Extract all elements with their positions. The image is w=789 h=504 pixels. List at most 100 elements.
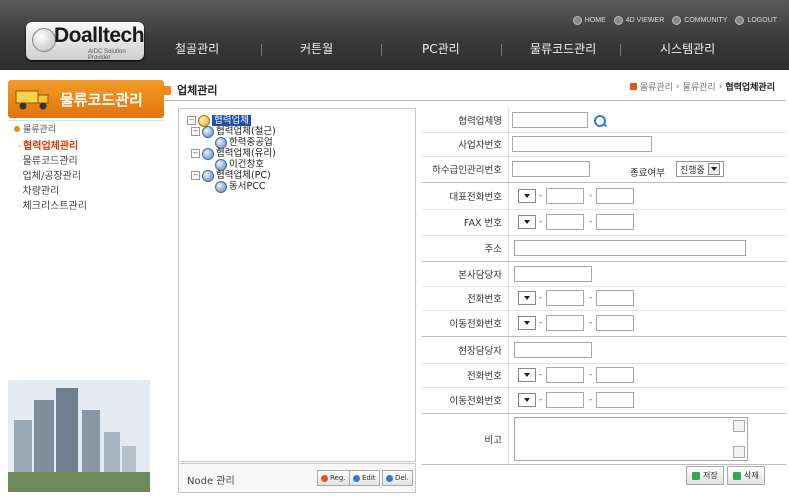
fax-mid-input[interactable] [546, 214, 584, 230]
sidebar-root[interactable]: 물류관리 [14, 122, 164, 135]
fax-end-input[interactable] [596, 214, 634, 230]
partner-tree: − 협력업체 − 협력업체(철근) 한력중공업 − 협력업체(유리) 이건창호 … [187, 114, 276, 193]
breadcrumb-item[interactable]: 물류관리 [640, 80, 673, 93]
company-name-input[interactable] [512, 112, 588, 128]
node-del-button[interactable]: Del. [382, 470, 413, 486]
hq-phone-prefix-select[interactable] [518, 291, 536, 305]
sub-no-input[interactable] [512, 161, 590, 177]
sidebar-item-partner[interactable]: · 협력업체관리 [18, 139, 164, 154]
divider [508, 156, 509, 182]
node-reg-button[interactable]: Reg. [317, 470, 350, 486]
address-input[interactable] [514, 240, 746, 256]
site-mobile-prefix-select[interactable] [518, 393, 536, 407]
node-edit-button[interactable]: Edit [349, 470, 380, 486]
menu-divider [261, 44, 262, 56]
fax-prefix-select[interactable] [518, 215, 536, 229]
site-mobile-mid-input[interactable] [546, 392, 584, 408]
tree-node-root[interactable]: − 협력업체 [187, 114, 276, 127]
menu-curtainwall[interactable]: 커튼월 [300, 40, 333, 57]
end-status-select[interactable]: 진행중 [676, 161, 724, 177]
menu-logistics-code[interactable]: 물류코드관리 [530, 40, 596, 57]
site-mobile-end-input[interactable] [596, 392, 634, 408]
delete-button[interactable]: 삭제 [727, 466, 765, 485]
row-fax: FAX 번호 - - [422, 209, 786, 236]
phone-mid-input[interactable] [546, 188, 584, 204]
site-phone-end-input[interactable] [596, 367, 634, 383]
hq-mobile-label: 이동전화번호 [449, 319, 502, 330]
row-hq-manager: 본사담당자 [422, 262, 786, 287]
address-label: 주소 [484, 244, 502, 255]
biz-no-input[interactable] [512, 136, 652, 152]
row-phone: 대표전화번호 - - [422, 183, 786, 210]
search-icon[interactable] [594, 115, 606, 127]
node-management-label: Node 관리 [187, 476, 235, 487]
hq-phone-mid-input[interactable] [546, 290, 584, 306]
hq-phone-label: 전화번호 [467, 294, 502, 305]
hq-mobile-mid-input[interactable] [546, 315, 584, 331]
dash: - [539, 293, 543, 303]
tree-node-group[interactable]: − 협력업체(철근) [191, 125, 276, 138]
site-phone-label: 전화번호 [467, 371, 502, 382]
breadcrumb-sep: › [718, 81, 723, 92]
site-manager-input[interactable] [514, 342, 592, 358]
logo-text: Doalltech [54, 24, 145, 47]
row-site-phone: 전화번호 - - [422, 363, 786, 388]
collapse-icon[interactable]: − [191, 149, 200, 158]
globe-icon [202, 147, 214, 160]
menu-system[interactable]: 시스템관리 [660, 40, 715, 57]
phone-end-input[interactable] [596, 188, 634, 204]
top-link-logout[interactable]: LOGOUT [735, 16, 777, 25]
menu-pc[interactable]: PC관리 [422, 40, 460, 57]
main-menu: 철골관리 커튼월 PC관리 물류코드관리 시스템관리 [150, 40, 789, 60]
site-phone-mid-input[interactable] [546, 367, 584, 383]
tree-node-leaf[interactable]: 한력중공업 [215, 136, 276, 149]
breadcrumb-item[interactable]: 물류관리 [683, 80, 716, 93]
row-site-manager: 현장담당자 [422, 337, 786, 364]
top-link-4d-viewer[interactable]: 4D VIEWER [613, 16, 664, 25]
row-biz-no: 사업자번호 [422, 132, 786, 157]
phone-prefix-select[interactable] [518, 189, 536, 203]
save-button[interactable]: 저장 [686, 466, 724, 485]
sidebar-item-logistics-code[interactable]: · 물류코드관리 [18, 154, 164, 169]
hq-mobile-prefix-select[interactable] [518, 316, 536, 330]
dash: - [539, 318, 543, 328]
company-logo[interactable]: Doalltech AIDC Solution Provider [26, 22, 145, 61]
dash: - [539, 370, 543, 380]
top-link-community[interactable]: COMMUNITY [672, 16, 727, 25]
bullet-icon: · [18, 187, 21, 196]
collapse-icon[interactable]: − [191, 171, 200, 180]
dash: - [539, 395, 543, 405]
tree-node-group[interactable]: − 협력업체(PC) [191, 169, 276, 182]
bullet-icon: · [18, 202, 21, 211]
divider [508, 310, 509, 336]
memo-textarea[interactable] [514, 417, 748, 461]
hq-phone-end-input[interactable] [596, 290, 634, 306]
row-company-name: 협력업체명 [422, 108, 786, 133]
dash: - [589, 318, 593, 328]
breadcrumb-current: 협력업체관리 [725, 83, 775, 93]
sidebar-item-company-factory[interactable]: · 업체/공장관리 [18, 169, 164, 184]
divider [8, 120, 164, 121]
divider [508, 108, 509, 132]
tree-node-group[interactable]: − 협력업체(유리) [191, 147, 276, 160]
tree-node-leaf[interactable]: 동서PCC [215, 180, 276, 193]
site-phone-prefix-select[interactable] [518, 368, 536, 382]
scroll-up-icon[interactable] [733, 420, 745, 432]
tree-node-leaf[interactable]: 이건창호 [215, 158, 276, 171]
collapse-icon[interactable]: − [191, 127, 200, 136]
sidebar-item-checklist[interactable]: · 체크리스트관리 [18, 199, 164, 214]
hq-manager-input[interactable] [514, 266, 592, 282]
bullet-icon [672, 16, 682, 25]
row-address: 주소 [422, 235, 786, 262]
row-memo: 비고 [422, 414, 786, 465]
memo-label: 비고 [484, 435, 502, 446]
menu-steel[interactable]: 철골관리 [175, 40, 219, 57]
sidebar-item-vehicle[interactable]: · 차량관리 [18, 184, 164, 199]
divider [508, 337, 509, 363]
scroll-down-icon[interactable] [733, 446, 745, 458]
biz-no-label: 사업자번호 [458, 140, 502, 151]
edit-icon [353, 474, 360, 482]
top-link-home[interactable]: HOME [572, 16, 606, 25]
collapse-icon[interactable]: − [187, 116, 196, 125]
hq-mobile-end-input[interactable] [596, 315, 634, 331]
